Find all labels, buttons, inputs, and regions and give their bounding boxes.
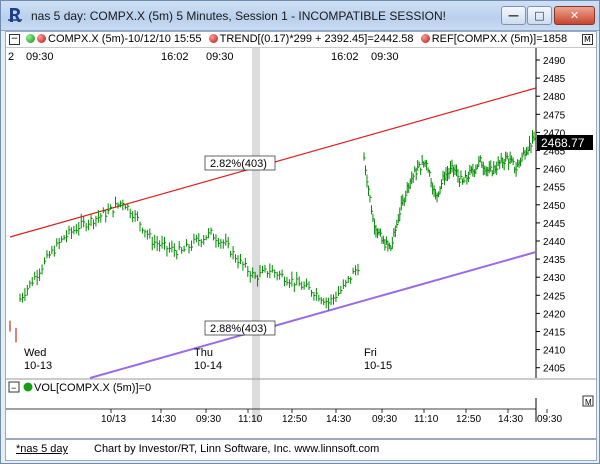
window-title: nas 5 day: COMPX.X (5m) 5 Minutes, Sessi… — [31, 9, 447, 23]
time-axis-label: 14:30 — [326, 414, 351, 425]
svg-text:Wed: Wed — [24, 347, 46, 359]
last-price-badge: 2468.77 — [537, 135, 593, 150]
time-axis-label: 10/13 — [101, 414, 126, 425]
svg-text:2.88%(403): 2.88%(403) — [210, 323, 267, 335]
day-label-fri: Fri 10-15 — [364, 347, 392, 372]
time-axis-label: 11:10 — [414, 414, 439, 425]
price-tick-label: 2460 — [543, 165, 566, 176]
svg-text:10-13: 10-13 — [24, 360, 52, 372]
legend-ref[interactable]: REF[COMPX.X (5m)]=1858 — [420, 32, 567, 47]
red-status-icon — [37, 34, 46, 43]
lower-trend-line — [89, 251, 537, 379]
legend-trend[interactable]: TREND[(0.17)*299 + 2392.45]=2442.58 — [208, 32, 414, 47]
chart-menu-icon[interactable]: − — [9, 34, 20, 45]
svg-text:10-14: 10-14 — [194, 360, 222, 372]
price-tick-label: 2410 — [543, 346, 566, 357]
trend-indicator-icon — [208, 34, 218, 43]
time-axis-label: 12:50 — [282, 414, 307, 425]
maximize-icon: □ — [534, 9, 545, 22]
price-tick-label: 2440 — [543, 237, 566, 248]
chart-max-button[interactable]: M — [582, 34, 593, 45]
bottom-time-axis: 10/13 14:30 09:30 11:10 12:50 14:30 09:30 11:10… — [101, 409, 562, 425]
time-axis-label: 12:50 — [456, 414, 481, 425]
price-tick-label: 2415 — [543, 328, 566, 339]
close-icon: ✕ — [569, 9, 580, 22]
price-tick-label: 2420 — [543, 309, 566, 320]
chart-legend-bar: − COMPX.X (5m)-10/12/10 15:55 TREND[(0.1… — [6, 32, 596, 48]
price-axis: 2490248524802475247024652460245524502445… — [536, 56, 566, 375]
price-tick-label: 2435 — [543, 255, 566, 266]
volume-legend[interactable]: − VOL[COMPX.X (5m)]=0 — [8, 381, 151, 394]
top-axis-label: 16:02 — [161, 51, 189, 63]
top-axis-label: 16:02 — [331, 51, 359, 63]
app-window: nas 5 day: COMPX.X (5m) 5 Minutes, Sessi… — [0, 0, 600, 464]
investor-rt-logo-icon — [8, 8, 22, 22]
top-axis-label: 09:30 — [371, 51, 399, 63]
lower-percent-annotation: 2.88%(403) — [204, 320, 276, 336]
price-tick-label: 2490 — [543, 56, 566, 67]
minimize-icon: — — [508, 9, 519, 22]
time-axis-label: 11:10 — [238, 414, 263, 425]
status-bar: *nas 5 day Chart by Investor/RT, Linn So… — [5, 439, 597, 461]
time-axis-label: 14:30 — [498, 414, 523, 425]
top-time-axis: 2 09:30 16:02 09:30 16:02 09:30 — [8, 51, 399, 63]
svg-text:Thu: Thu — [194, 347, 213, 359]
price-tick-label: 2480 — [543, 92, 566, 103]
title-bar[interactable]: nas 5 day: COMPX.X (5m) 5 Minutes, Sessi… — [1, 1, 599, 31]
upper-percent-annotation: 2.82%(403) — [204, 155, 276, 171]
price-tick-label: 2425 — [543, 291, 566, 302]
price-tick-label: 2430 — [543, 273, 566, 284]
ref-indicator-icon — [420, 34, 430, 43]
top-axis-label: 09:30 — [206, 51, 234, 63]
svg-text:VOL[COMPX.X (5m)]=0: VOL[COMPX.X (5m)]=0 — [34, 382, 151, 394]
maximize-button[interactable]: □ — [527, 6, 552, 25]
top-axis-label: 2 — [8, 51, 14, 63]
green-status-icon — [26, 34, 35, 43]
credit-text: Chart by Investor/RT, Linn Software, Inc… — [94, 443, 380, 455]
price-chart[interactable]: 2 09:30 16:02 09:30 16:02 09:30 2490 2485 2480 2… — [6, 48, 596, 438]
price-tick-label: 2455 — [543, 183, 566, 194]
svg-text:−: − — [11, 383, 16, 393]
time-axis-label: 09:30 — [537, 414, 562, 425]
price-tick-label: 2450 — [543, 201, 566, 212]
time-axis-label: 09:30 — [372, 414, 397, 425]
time-axis-label: 14:30 — [151, 414, 176, 425]
svg-text:2.82%(403): 2.82%(403) — [210, 158, 267, 170]
svg-text:10-15: 10-15 — [364, 360, 392, 372]
price-tick-label: 2485 — [543, 74, 566, 85]
day-label-thu: Thu 10-14 — [194, 347, 222, 372]
svg-text:M: M — [585, 398, 592, 407]
top-axis-label: 09:30 — [26, 51, 54, 63]
chart-area[interactable]: − COMPX.X (5m)-10/12/10 15:55 TREND[(0.1… — [5, 31, 597, 439]
session-separator — [252, 48, 260, 422]
price-tick-label: 2405 — [543, 364, 566, 375]
svg-text:2468.77: 2468.77 — [541, 136, 585, 150]
price-tick-label: 2445 — [543, 219, 566, 230]
legend-main-series[interactable]: COMPX.X (5m)-10/12/10 15:55 — [26, 32, 201, 47]
price-tick-label: 2475 — [543, 110, 566, 121]
close-button[interactable]: ✕ — [554, 6, 595, 25]
day-label-wed: Wed 10-13 — [24, 347, 52, 372]
volume-max-button[interactable]: M — [582, 395, 594, 407]
minimize-button[interactable]: — — [501, 6, 526, 25]
chart-page-tab[interactable]: *nas 5 day — [16, 443, 68, 455]
time-axis-label: 09:30 — [196, 414, 221, 425]
svg-text:Fri: Fri — [364, 347, 377, 359]
